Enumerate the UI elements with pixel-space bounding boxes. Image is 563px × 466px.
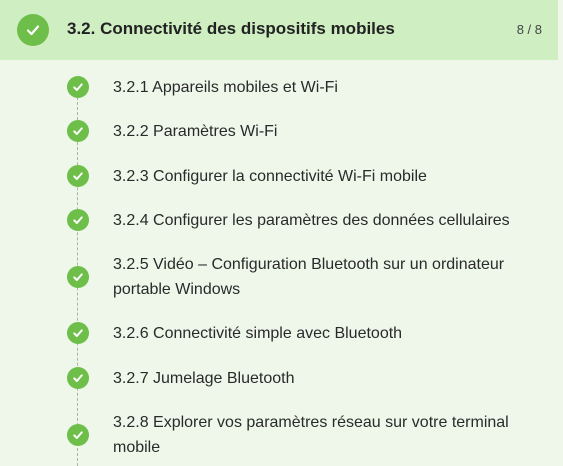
check-icon	[67, 165, 89, 187]
module-progress: 8 / 8	[516, 22, 542, 37]
check-icon	[67, 322, 89, 344]
list-item[interactable]: 3.2.5 Vidéo – Configuration Bluetooth su…	[0, 252, 558, 302]
list-item-label: 3.2.1 Appareils mobiles et Wi-Fi	[113, 79, 338, 96]
list-item[interactable]: 3.2.4 Configurer les paramètres des donn…	[0, 208, 558, 233]
list-item[interactable]: 3.2.8 Explorer vos paramètres réseau sur…	[0, 410, 558, 460]
check-icon	[67, 424, 89, 446]
module-header[interactable]: 3.2. Connectivité des dispositifs mobile…	[0, 0, 558, 60]
check-icon	[67, 266, 89, 288]
list-item-label: 3.2.2 Paramètres Wi-Fi	[113, 123, 278, 140]
list-item[interactable]: 3.2.7 Jumelage Bluetooth	[0, 366, 558, 391]
list-item-label: 3.2.5 Vidéo – Configuration Bluetooth su…	[113, 256, 505, 298]
check-icon	[17, 14, 49, 46]
check-icon	[67, 367, 89, 389]
list-item-label: 3.2.7 Jumelage Bluetooth	[113, 370, 295, 387]
check-icon	[67, 76, 89, 98]
check-icon	[67, 120, 89, 142]
list-item-label: 3.2.4 Configurer les paramètres des donn…	[113, 212, 510, 229]
list-item[interactable]: 3.2.6 Connectivité simple avec Bluetooth	[0, 321, 558, 346]
list-item[interactable]: 3.2.1 Appareils mobiles et Wi-Fi	[0, 75, 558, 100]
list-item[interactable]: 3.2.3 Configurer la connectivité Wi-Fi m…	[0, 164, 558, 189]
check-icon	[67, 209, 89, 231]
list-item[interactable]: 3.2.2 Paramètres Wi-Fi	[0, 119, 558, 144]
list-item-label: 3.2.6 Connectivité simple avec Bluetooth	[113, 325, 403, 342]
list-item-label: 3.2.8 Explorer vos paramètres réseau sur…	[113, 414, 509, 456]
module-title: 3.2. Connectivité des dispositifs mobile…	[67, 19, 395, 38]
module-panel: 3.2. Connectivité des dispositifs mobile…	[0, 0, 563, 466]
list-item-label: 3.2.3 Configurer la connectivité Wi-Fi m…	[113, 168, 427, 185]
